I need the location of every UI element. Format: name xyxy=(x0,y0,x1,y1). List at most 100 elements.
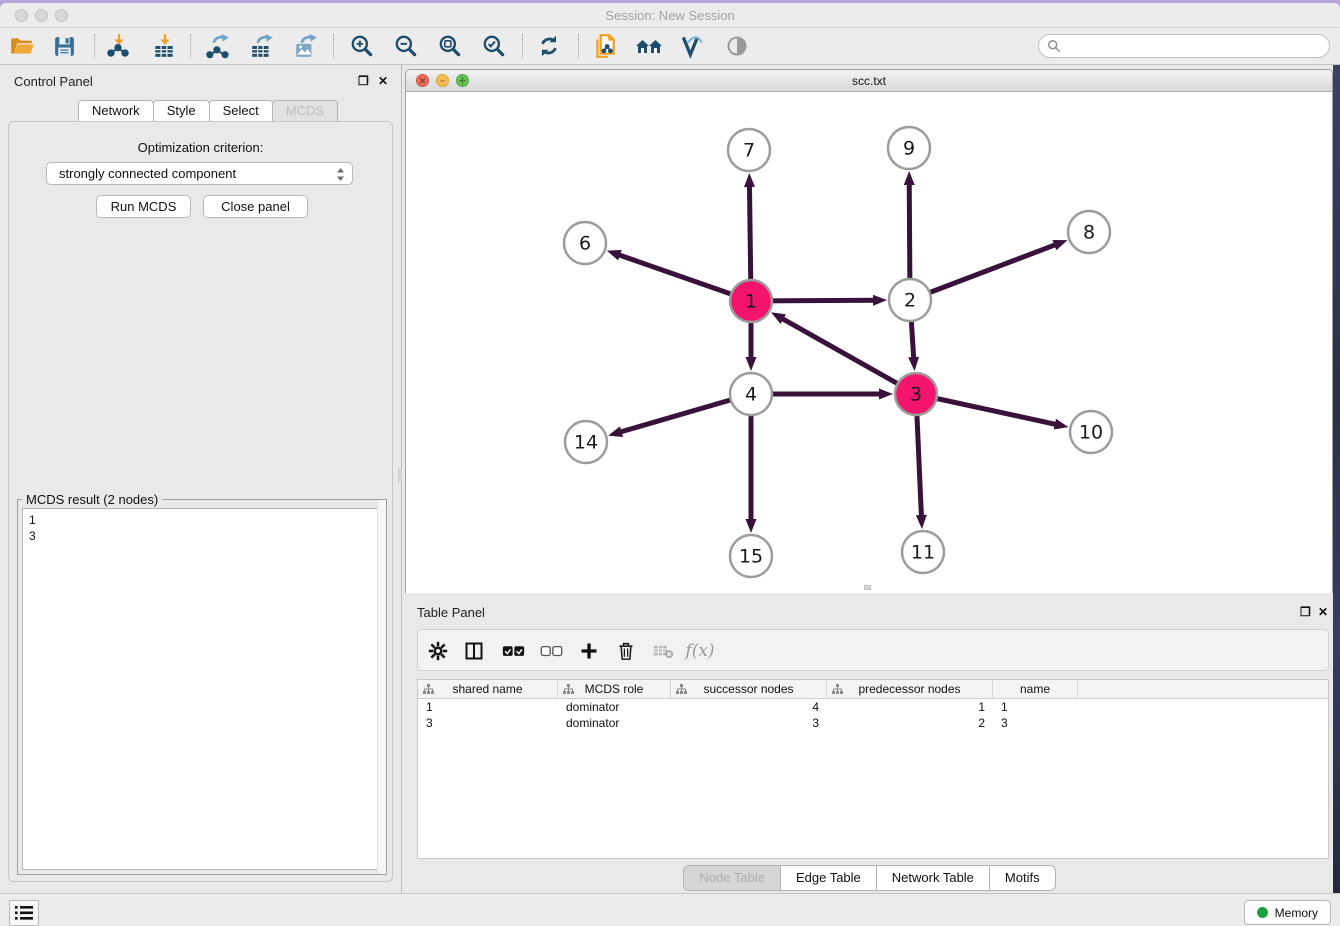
export-table-icon xyxy=(249,33,275,59)
open-button[interactable] xyxy=(7,31,37,61)
column-header-label: predecessor nodes xyxy=(827,682,992,696)
table-float-icon[interactable]: ❐ xyxy=(1300,605,1311,619)
table-settings-button[interactable] xyxy=(423,636,453,666)
graph-edge-2-8[interactable] xyxy=(910,244,1057,300)
table-body: 1dominator4113dominator323 xyxy=(418,699,1328,731)
open-folder-icon xyxy=(9,33,35,59)
graph-node-3[interactable]: 3 xyxy=(895,373,937,415)
table-cell[interactable]: 1 xyxy=(827,699,993,715)
toolbar-separator xyxy=(190,34,191,58)
column-header-shared-name[interactable]: shared name xyxy=(418,680,558,698)
tab-style[interactable]: Style xyxy=(153,100,210,122)
optimization-criterion-label: Optimization criterion: xyxy=(9,140,392,155)
zoom-fit-icon xyxy=(437,33,463,59)
graph-node-8[interactable]: 8 xyxy=(1068,211,1110,253)
search-box[interactable] xyxy=(1038,34,1330,58)
table-row[interactable]: 1dominator411 xyxy=(418,699,1328,715)
import-table-button[interactable] xyxy=(149,31,179,61)
column-header-MCDS-role[interactable]: MCDS role xyxy=(558,680,671,698)
select-all-button[interactable] xyxy=(498,636,528,666)
tab-node-table[interactable]: Node Table xyxy=(683,865,781,891)
refresh-button[interactable] xyxy=(534,31,564,61)
task-history-button[interactable] xyxy=(9,900,39,926)
table-cell[interactable]: dominator xyxy=(558,715,671,731)
tab-edge-table[interactable]: Edge Table xyxy=(780,865,877,891)
network-from-file-button[interactable] xyxy=(590,31,620,61)
graph-node-2[interactable]: 2 xyxy=(889,279,931,321)
table-cell[interactable]: 1 xyxy=(418,699,558,715)
table-close-icon[interactable]: ✕ xyxy=(1318,605,1328,619)
zoom-in-button[interactable] xyxy=(347,31,377,61)
graph-edge-3-1[interactable] xyxy=(781,318,916,394)
result-scrollbar[interactable] xyxy=(377,500,386,874)
canvas-resize-handle[interactable] xyxy=(864,585,871,590)
add-column-button[interactable] xyxy=(574,636,604,666)
graph-node-4[interactable]: 4 xyxy=(730,373,772,415)
import-network-button[interactable] xyxy=(103,31,133,61)
export-table-button[interactable] xyxy=(247,31,277,61)
table-cell[interactable]: 4 xyxy=(671,699,827,715)
table-cell[interactable]: 3 xyxy=(671,715,827,731)
search-input[interactable] xyxy=(1061,36,1329,56)
graph-node-14[interactable]: 14 xyxy=(565,421,607,463)
deselect-all-button[interactable] xyxy=(536,636,566,666)
graph-node-6[interactable]: 6 xyxy=(564,222,606,264)
export-image-button[interactable] xyxy=(291,31,321,61)
panel-splitter-handle[interactable] xyxy=(398,467,402,483)
graph-node-1[interactable]: 1 xyxy=(730,280,772,322)
save-button[interactable] xyxy=(49,31,79,61)
tab-network-table[interactable]: Network Table xyxy=(876,865,990,891)
tab-select[interactable]: Select xyxy=(209,100,273,122)
graph-node-9[interactable]: 9 xyxy=(888,127,930,169)
network-window-title: scc.txt xyxy=(406,74,1332,88)
graph-edge-arrowhead xyxy=(746,357,757,371)
table-cell[interactable]: dominator xyxy=(558,699,671,715)
zoom-selected-button[interactable] xyxy=(479,31,509,61)
toolbar-separator xyxy=(522,34,523,58)
show-columns-button[interactable] xyxy=(459,636,489,666)
float-panel-icon[interactable]: ❐ xyxy=(358,74,369,88)
memory-button[interactable]: Memory xyxy=(1244,900,1331,925)
app-window: Session: New Session xyxy=(0,3,1340,926)
zoom-in-icon xyxy=(349,33,375,59)
control-panel-title: Control Panel xyxy=(14,74,93,89)
network-graph[interactable]: 7 9 6 8 1 2 4 3 14 10 15 11 xyxy=(406,92,1332,593)
run-mcds-button[interactable]: Run MCDS xyxy=(96,195,191,218)
window-title: Session: New Session xyxy=(0,8,1340,23)
table-cell[interactable]: 3 xyxy=(418,715,558,731)
table-cell[interactable]: 2 xyxy=(827,715,993,731)
delete-table-button[interactable] xyxy=(648,636,678,666)
mcds-result-box: MCDS result (2 nodes) 1 3 xyxy=(17,499,387,875)
table-row[interactable]: 3dominator323 xyxy=(418,715,1328,731)
function-builder-button[interactable]: f(x) xyxy=(685,636,715,666)
graph-node-7[interactable]: 7 xyxy=(728,129,770,171)
optimization-select[interactable]: strongly connected component xyxy=(46,162,353,185)
delete-column-button[interactable] xyxy=(611,636,641,666)
graph-node-10[interactable]: 10 xyxy=(1070,411,1112,453)
table-cell[interactable]: 1 xyxy=(993,699,1078,715)
tab-mcds[interactable]: MCDS xyxy=(272,100,338,122)
tab-motifs[interactable]: Motifs xyxy=(989,865,1056,891)
mcds-tab-content: Optimization criterion: strongly connect… xyxy=(8,121,393,882)
tab-network[interactable]: Network xyxy=(78,100,154,122)
zoom-out-button[interactable] xyxy=(391,31,421,61)
table-cell[interactable]: 3 xyxy=(993,715,1078,731)
graph-node-11[interactable]: 11 xyxy=(902,531,944,573)
export-network-button[interactable] xyxy=(203,31,233,61)
zoom-fit-button[interactable] xyxy=(435,31,465,61)
mcds-result-text[interactable]: 1 3 xyxy=(22,508,382,870)
hide-graphics-button[interactable] xyxy=(722,31,752,61)
zoom-selected-icon xyxy=(481,33,507,59)
close-panel-button[interactable]: Close panel xyxy=(203,195,308,218)
column-header-name[interactable]: name xyxy=(993,680,1078,698)
network-window-titlebar[interactable]: ✕ − ＋ scc.txt xyxy=(406,70,1332,92)
list-icon xyxy=(15,906,33,920)
graph-node-15[interactable]: 15 xyxy=(730,535,772,577)
close-panel-icon[interactable]: ✕ xyxy=(378,74,388,88)
vizmapper-button[interactable] xyxy=(677,31,707,61)
svg-text:4: 4 xyxy=(745,384,757,406)
column-header-successor-nodes[interactable]: successor nodes xyxy=(671,680,827,698)
column-header-predecessor-nodes[interactable]: predecessor nodes xyxy=(827,680,993,698)
column-header-label: name xyxy=(993,682,1077,696)
home-browser-button[interactable] xyxy=(634,31,664,61)
